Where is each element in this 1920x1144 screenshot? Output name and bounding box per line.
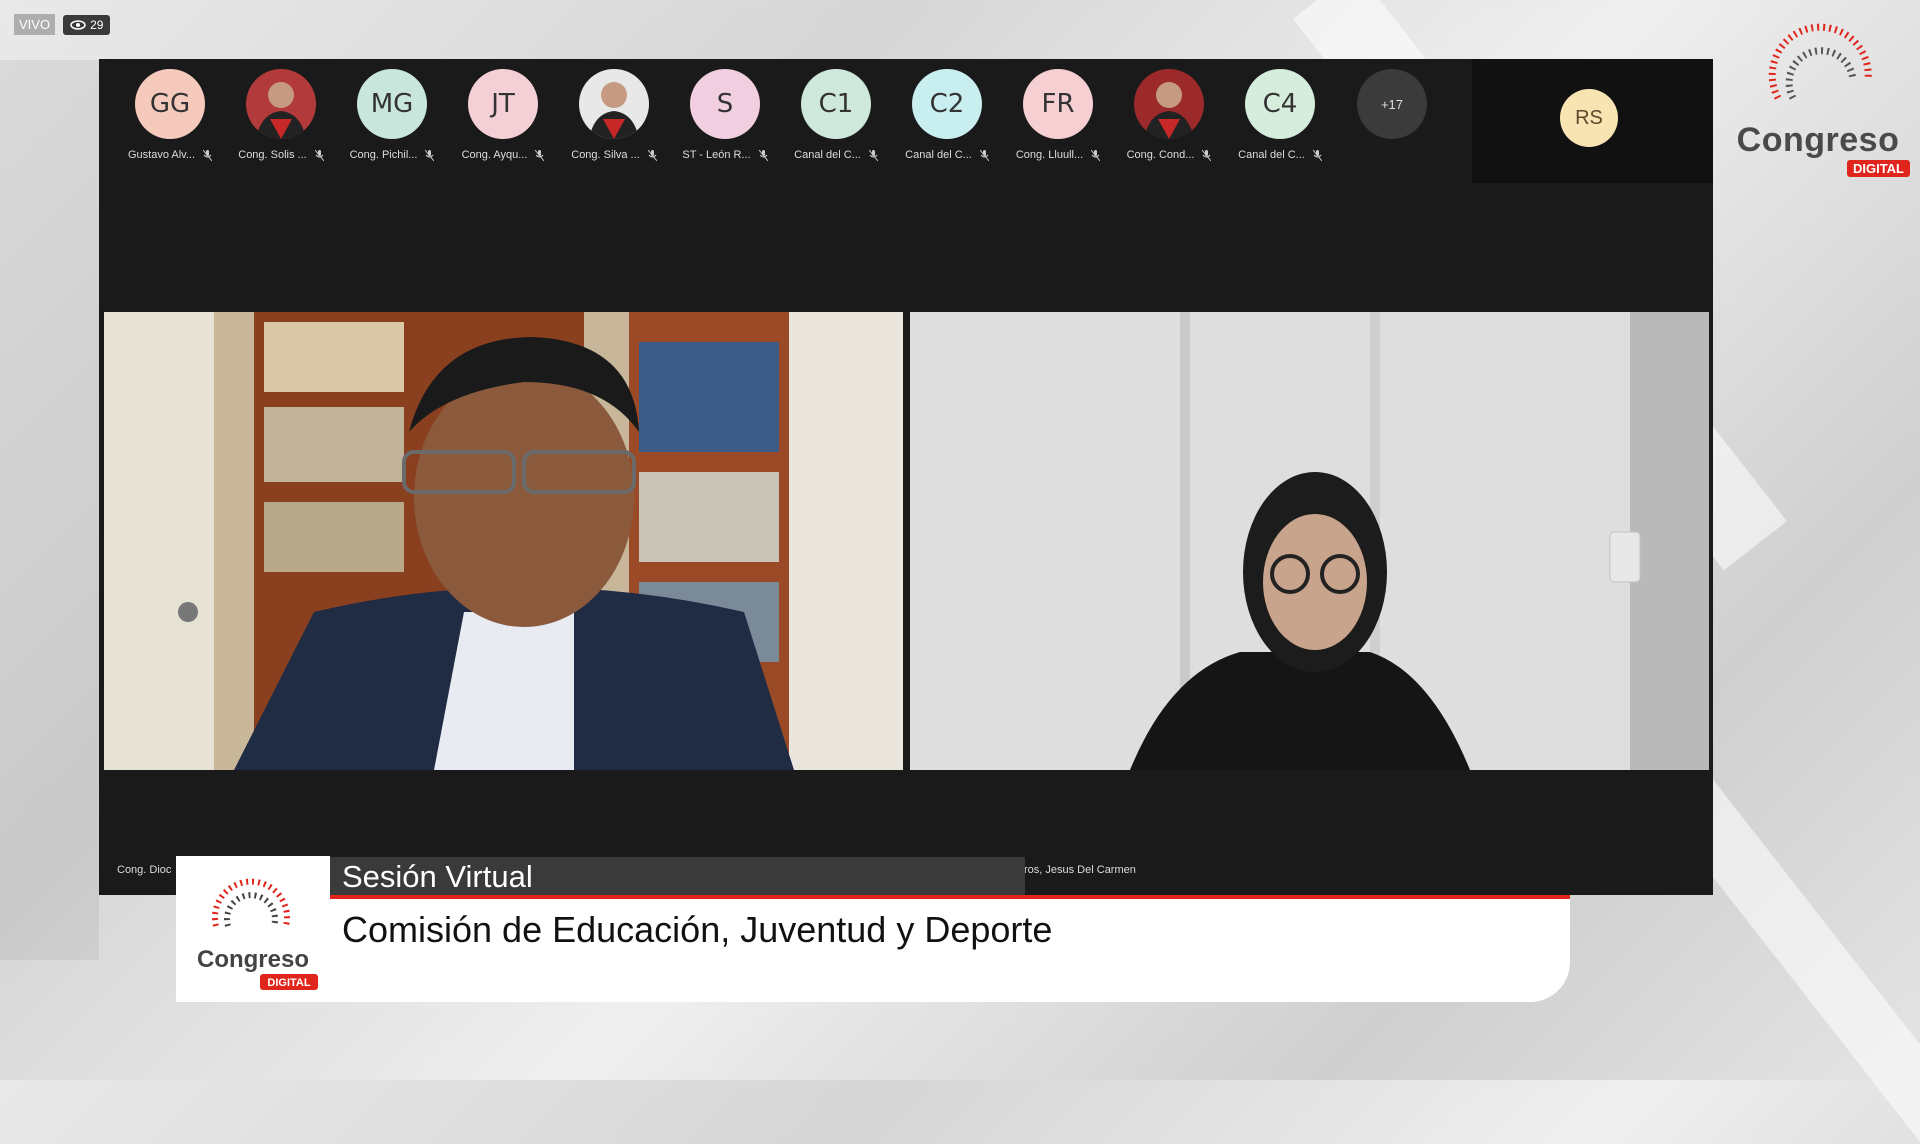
participant-name-row: Cong. Pichil... <box>337 149 447 161</box>
corner-brand-tag: DIGITAL <box>1846 160 1910 177</box>
participant-name-row: Canal del C... <box>1225 149 1335 161</box>
participant-name-row: Cong. Silva ... <box>559 149 669 161</box>
live-indicator: VIVO 29 <box>14 14 111 35</box>
mic-muted-icon <box>758 149 768 161</box>
mic-muted-icon <box>868 149 878 161</box>
participant-avatar: FR <box>1023 69 1093 139</box>
video-frame-left <box>104 312 903 770</box>
mic-muted-icon <box>1202 149 1212 161</box>
participant-avatar: C4 <box>1245 69 1315 139</box>
mic-muted-icon <box>1312 149 1322 161</box>
participant-name-row: Cong. Solis ... <box>226 149 336 161</box>
lower-third-brand-tag: DIGITAL <box>267 977 310 989</box>
lower-third-title-bar: Comisión de Educación, Juventud y Deport… <box>330 899 1570 1002</box>
video-tile-left-label: Cong. Dioc <box>117 864 172 876</box>
participant-item[interactable]: S ST - León R... <box>670 69 780 161</box>
participant-avatar: JT <box>468 69 538 139</box>
corner-brand-name: Congreso <box>1736 121 1900 159</box>
mic-muted-icon <box>314 149 324 161</box>
session-label-bar: Sesión Virtual <box>330 857 1025 895</box>
live-label: VIVO <box>14 14 56 35</box>
participant-name: Cong. Pichil... <box>349 149 418 161</box>
participant-name: ST - León R... <box>682 149 751 161</box>
mic-muted-icon <box>1091 149 1101 161</box>
participant-name-row: Canal del C... <box>781 149 891 161</box>
mic-muted-icon <box>979 149 989 161</box>
self-avatar: RS <box>1560 89 1618 147</box>
participant-avatar: S <box>690 69 760 139</box>
participant-item[interactable]: C2 Canal del C... <box>892 69 1002 161</box>
participant-name: Cong. Cond... <box>1126 149 1195 161</box>
participant-name-row: ST - León R... <box>670 149 780 161</box>
corner-brand-logo: Congreso DIGITAL <box>1718 10 1918 180</box>
participant-avatar <box>579 69 649 139</box>
participant-item[interactable]: C1 Canal del C... <box>781 69 891 161</box>
participant-avatar: C2 <box>912 69 982 139</box>
participant-item[interactable]: C4 Canal del C... <box>1225 69 1335 161</box>
participant-avatar <box>1134 69 1204 139</box>
participant-name-row: Cong. Cond... <box>1114 149 1224 161</box>
participant-avatar: GG <box>135 69 205 139</box>
participant-name: Cong. Ayqu... <box>461 149 528 161</box>
participant-name: Canal del C... <box>1238 149 1305 161</box>
participant-name: Gustavo Alv... <box>127 149 196 161</box>
participant-avatar: MG <box>357 69 427 139</box>
video-tile-left[interactable] <box>104 312 903 770</box>
lower-third-logo: Congreso DIGITAL <box>176 856 330 1002</box>
video-frame-right <box>910 312 1709 770</box>
participant-name-row: Gustavo Alv... <box>115 149 225 161</box>
participant-name-row: Cong. Lluull... <box>1003 149 1113 161</box>
participant-item[interactable]: Cong. Silva ... <box>559 69 669 161</box>
participant-item[interactable]: Cong. Cond... <box>1114 69 1224 161</box>
participant-item[interactable]: FR Cong. Lluull... <box>1003 69 1113 161</box>
participant-name: Canal del C... <box>905 149 972 161</box>
participant-name: Cong. Lluull... <box>1015 149 1084 161</box>
commission-title: Comisión de Educación, Juventud y Deport… <box>342 909 1053 950</box>
mic-muted-icon <box>647 149 657 161</box>
participant-item[interactable]: MG Cong. Pichil... <box>337 69 447 161</box>
mic-muted-icon <box>535 149 545 161</box>
video-tile-right-label: ros, Jesus Del Carmen <box>1024 864 1136 876</box>
lower-third-brand-name: Congreso <box>197 946 309 973</box>
background-panel <box>0 60 99 960</box>
viewer-count: 29 <box>90 17 104 32</box>
video-tile-right[interactable] <box>910 312 1709 770</box>
participant-name: Cong. Solis ... <box>238 149 307 161</box>
participant-name: Canal del C... <box>794 149 861 161</box>
participant-name: Cong. Silva ... <box>571 149 640 161</box>
congreso-logo-icon <box>1768 23 1872 100</box>
mic-muted-icon <box>425 149 435 161</box>
participant-name-row: Cong. Ayqu... <box>448 149 558 161</box>
mic-muted-icon <box>203 149 213 161</box>
meeting-window: GG Gustavo Alv... Cong. Solis ... MG Cong. P… <box>99 59 1713 895</box>
participant-item[interactable]: Cong. Solis ... <box>226 69 336 161</box>
participant-avatar <box>246 69 316 139</box>
participant-name-row: Canal del C... <box>892 149 1002 161</box>
session-label: Sesión Virtual <box>342 859 533 894</box>
participant-strip: GG Gustavo Alv... Cong. Solis ... MG Cong. P… <box>99 59 1479 177</box>
self-view-tile: RS <box>1472 59 1713 183</box>
viewer-count-badge: 29 <box>63 14 111 35</box>
participant-item[interactable]: JT Cong. Ayqu... <box>448 69 558 161</box>
participant-item[interactable]: GG Gustavo Alv... <box>115 69 225 161</box>
participant-avatar: C1 <box>801 69 871 139</box>
eye-icon <box>70 19 86 30</box>
more-participants-button[interactable]: +17 <box>1357 69 1427 139</box>
